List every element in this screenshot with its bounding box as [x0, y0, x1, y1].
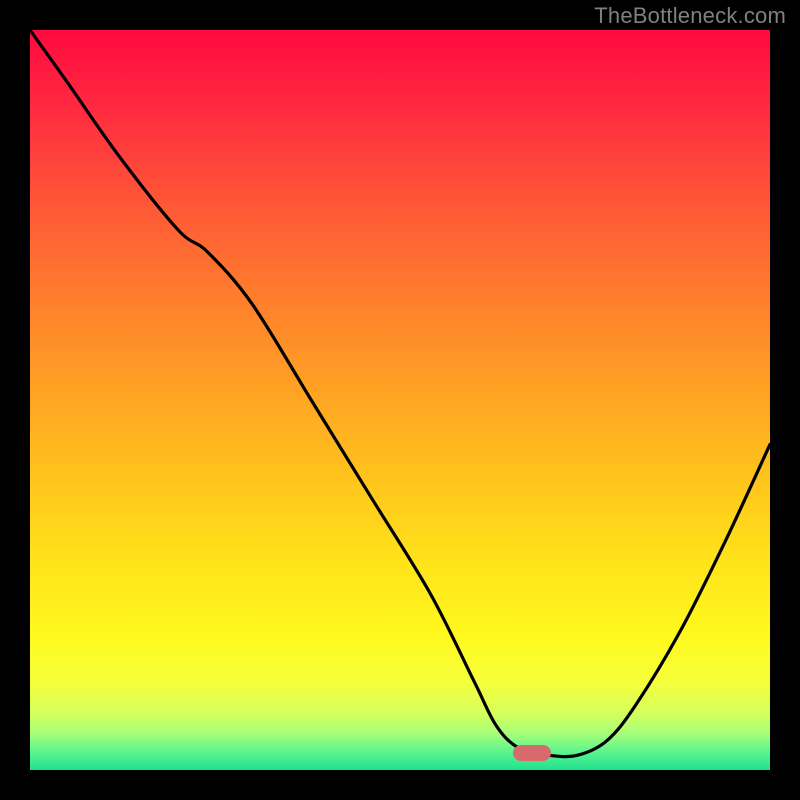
- bottleneck-curve: [30, 30, 770, 770]
- plot-area: [30, 30, 770, 770]
- optimal-point-marker: [513, 745, 551, 761]
- outer-frame: TheBottleneck.com: [0, 0, 800, 800]
- watermark-text: TheBottleneck.com: [594, 3, 786, 29]
